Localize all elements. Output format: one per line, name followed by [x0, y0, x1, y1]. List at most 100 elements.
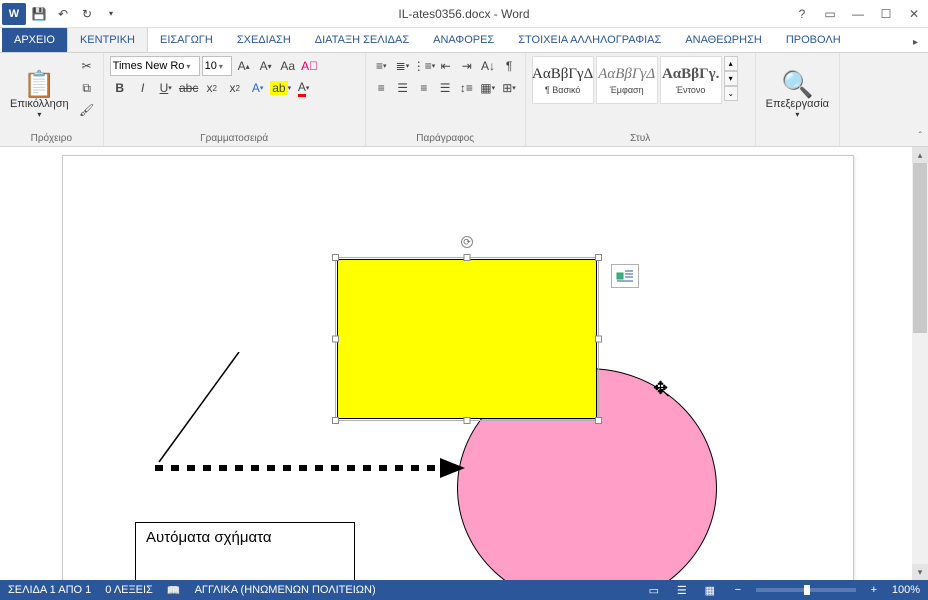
chevron-down-icon: ▾: [217, 62, 223, 71]
document-page[interactable]: ⟳ Αυτόματα σχήματα ✥↖: [62, 155, 854, 580]
multilevel-button[interactable]: ⋮≡▾: [414, 56, 434, 76]
grow-font-button[interactable]: A▴: [234, 56, 254, 76]
group-styles: ΑαΒβΓγΔ ¶ Βασικό ΑαΒβΓγΔ Έμφαση ΑαΒβΓγ. …: [526, 53, 756, 146]
shading-button[interactable]: ▦▾: [478, 78, 497, 98]
tab-design[interactable]: ΣΧΕΔΙΑΣΗ: [225, 27, 303, 52]
shape-text-box[interactable]: Αυτόματα σχήματα: [135, 522, 355, 580]
font-name-combo[interactable]: Times New Ro▾: [110, 56, 200, 76]
clear-formatting-button[interactable]: A⃠: [300, 56, 320, 76]
style-strong[interactable]: ΑαΒβΓγ. Έντονο: [660, 56, 722, 104]
quick-access-toolbar: W 💾 ↶ ↻ ▾: [0, 3, 122, 25]
rotation-handle[interactable]: ⟳: [461, 236, 473, 248]
font-color-button[interactable]: A▾: [294, 78, 314, 98]
change-case-button[interactable]: Aa: [278, 56, 298, 76]
align-center-button[interactable]: ☰: [393, 78, 412, 98]
tab-references[interactable]: ΑΝΑΦΟΡΕΣ: [421, 27, 506, 52]
superscript-button[interactable]: x2: [225, 78, 245, 98]
styles-scroll-down[interactable]: ▾: [724, 71, 738, 86]
align-right-button[interactable]: ≡: [414, 78, 433, 98]
numbering-button[interactable]: ≣▾: [393, 56, 412, 76]
shape-arrow-dashed[interactable]: [155, 458, 465, 478]
group-paragraph: ≡▾ ≣▾ ⋮≡▾ ⇤ ⇥ A↓ ¶ ≡ ☰ ≡ ☰ ↕≡ ▦▾ ⊞▾ Παρά…: [366, 53, 526, 146]
tab-insert[interactable]: ΕΙΣΑΓΩΓΗ: [148, 27, 225, 52]
layout-options-button[interactable]: [611, 264, 639, 288]
view-print-layout[interactable]: ☰: [672, 582, 692, 598]
tab-mailings[interactable]: ΣΤΟΙΧΕΙΑ ΑΛΛΗΛΟΓΡΑΦΙΑΣ: [506, 27, 673, 52]
align-left-button[interactable]: ≡: [372, 78, 391, 98]
subscript-button[interactable]: x2: [202, 78, 222, 98]
scroll-thumb[interactable]: [913, 163, 927, 333]
zoom-slider[interactable]: [756, 588, 856, 592]
zoom-slider-thumb[interactable]: [804, 585, 810, 595]
collapse-ribbon-button[interactable]: ˆ: [919, 131, 922, 142]
strikethrough-button[interactable]: abc: [179, 78, 199, 98]
status-word-count[interactable]: 0 ΛΕΞΕΙΣ: [105, 584, 153, 596]
group-editing: 🔍 Επεξεργασία ▾: [756, 53, 840, 146]
status-proofing-icon[interactable]: 📖: [167, 584, 181, 597]
status-bar: ΣΕΛΙΔΑ 1 ΑΠΟ 1 0 ΛΕΞΕΙΣ 📖 ΑΓΓΛΙΚΑ (ΗΝΩΜΕ…: [0, 580, 928, 600]
close-button[interactable]: ✕: [904, 4, 924, 24]
increase-indent-button[interactable]: ⇥: [457, 56, 476, 76]
clipboard-icon: 📋: [23, 70, 55, 98]
bullets-button[interactable]: ≡▾: [372, 56, 391, 76]
qat-customize-button[interactable]: ▾: [100, 3, 122, 25]
status-language[interactable]: ΑΓΓΛΙΚΑ (ΗΝΩΜΕΝΩΝ ΠΟΛΙΤΕΙΩΝ): [195, 584, 376, 596]
copy-button[interactable]: ⧉: [77, 78, 97, 98]
find-button[interactable]: 🔍 Επεξεργασία ▾: [762, 56, 833, 132]
group-clipboard: 📋 Επικόλληση ▾ ✂ ⧉ 🖌 Πρόχειρο: [0, 53, 104, 146]
style-normal[interactable]: ΑαΒβΓγΔ ¶ Βασικό: [532, 56, 594, 104]
chevron-down-icon: ▾: [184, 62, 190, 71]
scroll-down-button[interactable]: ▾: [912, 564, 928, 580]
line-spacing-button[interactable]: ↕≡: [457, 78, 476, 98]
underline-button[interactable]: U▾: [156, 78, 176, 98]
ribbon-tabs: ΑΡΧΕΙΟ ΚΕΝΤΡΙΚΗ ΕΙΣΑΓΩΓΗ ΣΧΕΔΙΑΣΗ ΔΙΑΤΑΞ…: [0, 28, 928, 53]
tab-file[interactable]: ΑΡΧΕΙΟ: [2, 27, 67, 52]
maximize-button[interactable]: ☐: [876, 4, 896, 24]
font-size-combo[interactable]: 10▾: [202, 56, 232, 76]
status-page[interactable]: ΣΕΛΙΔΑ 1 ΑΠΟ 1: [8, 584, 91, 596]
styles-scroll-up[interactable]: ▴: [724, 56, 738, 71]
scroll-up-button[interactable]: ▴: [912, 147, 928, 163]
cut-button[interactable]: ✂: [77, 56, 97, 76]
paste-label: Επικόλληση: [10, 98, 69, 110]
minimize-button[interactable]: —: [848, 4, 868, 24]
shrink-font-button[interactable]: A▾: [256, 56, 276, 76]
shape-line[interactable]: [139, 352, 259, 472]
view-web-layout[interactable]: ▦: [700, 582, 720, 598]
vertical-scrollbar[interactable]: ▴ ▾: [912, 147, 928, 580]
shape-rectangle-yellow[interactable]: [337, 259, 597, 419]
italic-button[interactable]: I: [133, 78, 153, 98]
ribbon: 📋 Επικόλληση ▾ ✂ ⧉ 🖌 Πρόχειρο Times New …: [0, 53, 928, 147]
save-button[interactable]: 💾: [28, 3, 50, 25]
styles-more[interactable]: ⌄: [724, 86, 738, 101]
group-label-font: Γραμματοσειρά: [110, 132, 359, 145]
format-painter-button[interactable]: 🖌: [77, 100, 97, 120]
document-area[interactable]: ⟳ Αυτόματα σχήματα ✥↖: [0, 147, 912, 580]
highlight-button[interactable]: ab▾: [271, 78, 291, 98]
group-label-paragraph: Παράγραφος: [372, 132, 519, 145]
ribbon-display-button[interactable]: ▭: [820, 4, 840, 24]
tab-view[interactable]: ΠΡΟΒΟΛΗ: [774, 27, 853, 52]
redo-button[interactable]: ↻: [76, 3, 98, 25]
justify-button[interactable]: ☰: [436, 78, 455, 98]
bold-button[interactable]: B: [110, 78, 130, 98]
undo-button[interactable]: ↶: [52, 3, 74, 25]
decrease-indent-button[interactable]: ⇤: [436, 56, 455, 76]
view-read-mode[interactable]: ▭: [644, 582, 664, 598]
sort-button[interactable]: A↓: [478, 56, 497, 76]
tab-layout[interactable]: ΔΙΑΤΑΞΗ ΣΕΛΙΔΑΣ: [303, 27, 421, 52]
zoom-out-button[interactable]: −: [728, 582, 748, 598]
chevron-down-icon: ▾: [37, 110, 41, 119]
tab-home[interactable]: ΚΕΝΤΡΙΚΗ: [67, 27, 148, 52]
zoom-in-button[interactable]: +: [864, 582, 884, 598]
borders-button[interactable]: ⊞▾: [499, 78, 518, 98]
tab-review[interactable]: ΑΝΑΘΕΩΡΗΣΗ: [673, 27, 774, 52]
paste-button[interactable]: 📋 Επικόλληση ▾: [6, 56, 73, 132]
text-effects-button[interactable]: A▾: [248, 78, 268, 98]
help-button[interactable]: ?: [792, 4, 812, 24]
binoculars-icon: 🔍: [781, 70, 813, 98]
style-emphasis[interactable]: ΑαΒβΓγΔ Έμφαση: [596, 56, 658, 104]
tab-scroll-right[interactable]: ▸: [903, 33, 928, 52]
zoom-level[interactable]: 100%: [892, 584, 920, 596]
show-marks-button[interactable]: ¶: [500, 56, 519, 76]
